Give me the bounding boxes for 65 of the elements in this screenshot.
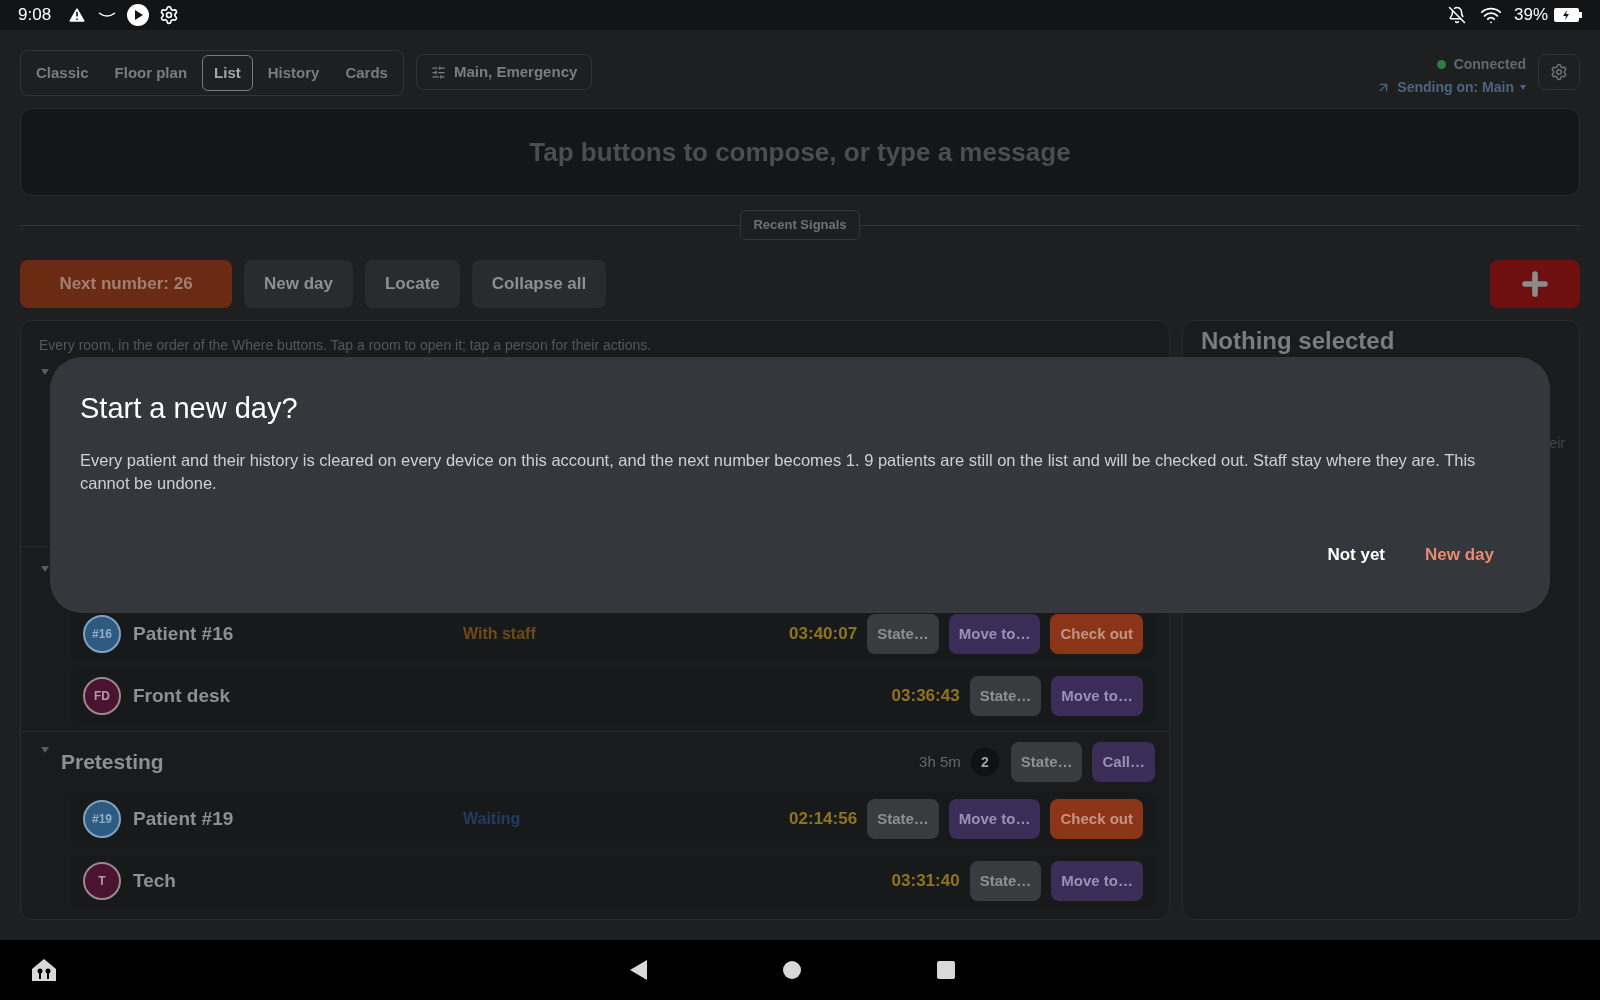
person-name: Front desk bbox=[133, 683, 232, 708]
recent-signals-button[interactable]: Recent Signals bbox=[740, 210, 860, 240]
room-name: Pretesting bbox=[61, 749, 164, 776]
avatar: #16 bbox=[83, 615, 121, 653]
dialog-button[interactable]: New day bbox=[1409, 535, 1510, 573]
row-action-button[interactable]: State… bbox=[969, 676, 1042, 716]
add-button[interactable] bbox=[1490, 260, 1580, 308]
view-tab[interactable]: List bbox=[202, 55, 253, 91]
message-composer[interactable]: Tap buttons to compose, or type a message bbox=[20, 108, 1580, 196]
warning-icon bbox=[67, 5, 88, 25]
smile-icon bbox=[97, 11, 118, 19]
channel-filter-button[interactable]: Main, Emergency bbox=[415, 54, 593, 90]
room-duration: 3h 5m bbox=[919, 751, 961, 772]
view-tab[interactable]: History bbox=[256, 55, 331, 91]
back-button[interactable] bbox=[630, 960, 647, 980]
home-icon bbox=[30, 957, 58, 983]
settings-button[interactable] bbox=[1538, 54, 1580, 90]
person-status: With staff bbox=[463, 625, 536, 642]
list-hint: Every room, in the order of the Where buttons. Tap a room to open it; tap a person for their actions. bbox=[38, 336, 653, 355]
timer: 02:14:56 bbox=[789, 808, 858, 831]
row-action-button[interactable]: Check out bbox=[1050, 614, 1143, 654]
person-name: Patient #19 bbox=[133, 806, 235, 831]
row-action-button[interactable]: Move to… bbox=[948, 799, 1041, 839]
connection-status: Connected bbox=[1453, 55, 1526, 74]
person-status: Waiting bbox=[463, 810, 521, 827]
count-badge: 2 bbox=[970, 748, 999, 776]
action-button[interactable]: Next number: 26 bbox=[20, 260, 232, 308]
dialog-button[interactable]: Not yet bbox=[1311, 535, 1401, 573]
avatar: FD bbox=[83, 677, 121, 715]
timer: 03:36:43 bbox=[891, 685, 960, 708]
clock: 9:08 bbox=[18, 4, 52, 27]
battery-level: 39% bbox=[1513, 4, 1548, 27]
avatar: T bbox=[83, 862, 121, 900]
room-action-button[interactable]: Call… bbox=[1092, 742, 1155, 782]
settings-icon bbox=[159, 5, 180, 25]
play-icon bbox=[127, 4, 150, 26]
view-tab[interactable]: Classic bbox=[25, 55, 100, 91]
detail-title: Nothing selected bbox=[1201, 327, 1396, 355]
caret-icon bbox=[1520, 85, 1526, 90]
view-tab[interactable]: Cards bbox=[334, 55, 399, 91]
dialog-title: Start a new day? bbox=[80, 391, 299, 426]
action-button[interactable]: Collapse all bbox=[471, 260, 607, 308]
row-action-button[interactable]: State… bbox=[867, 614, 939, 654]
home-button[interactable] bbox=[783, 961, 801, 979]
settings-icon bbox=[1550, 63, 1568, 81]
timer: 03:31:40 bbox=[891, 870, 960, 893]
row-action-button[interactable]: State… bbox=[867, 799, 939, 839]
row-action-button[interactable]: Move to… bbox=[948, 614, 1041, 654]
person-name: Tech bbox=[133, 868, 177, 893]
row-action-button[interactable]: State… bbox=[969, 861, 1042, 901]
bell-off-icon bbox=[1447, 6, 1466, 24]
sliders-icon bbox=[430, 64, 446, 80]
action-button[interactable]: New day bbox=[244, 260, 353, 308]
view-tab[interactable]: Floor plan bbox=[103, 55, 199, 91]
timer: 03:40:07 bbox=[789, 623, 858, 646]
sending-channel-selector[interactable]: Sending on: Main bbox=[1376, 77, 1526, 98]
row-action-button[interactable]: Move to… bbox=[1051, 676, 1143, 716]
avatar: #19 bbox=[83, 800, 121, 838]
battery-icon bbox=[1554, 8, 1582, 22]
row-action-button[interactable]: Check out bbox=[1050, 799, 1143, 839]
row-action-button[interactable]: Move to… bbox=[1051, 861, 1143, 901]
action-button[interactable]: Locate bbox=[365, 260, 460, 308]
dialog-message: Every patient and their history is cleared on every device on this account, and the next number becomes 1. 9 patients are still on the list and will be checked out. Staff stay where they are. This cannot be undone. bbox=[80, 449, 1477, 494]
person-name: Patient #16 bbox=[133, 621, 235, 646]
room-action-button[interactable]: State… bbox=[1010, 742, 1083, 782]
